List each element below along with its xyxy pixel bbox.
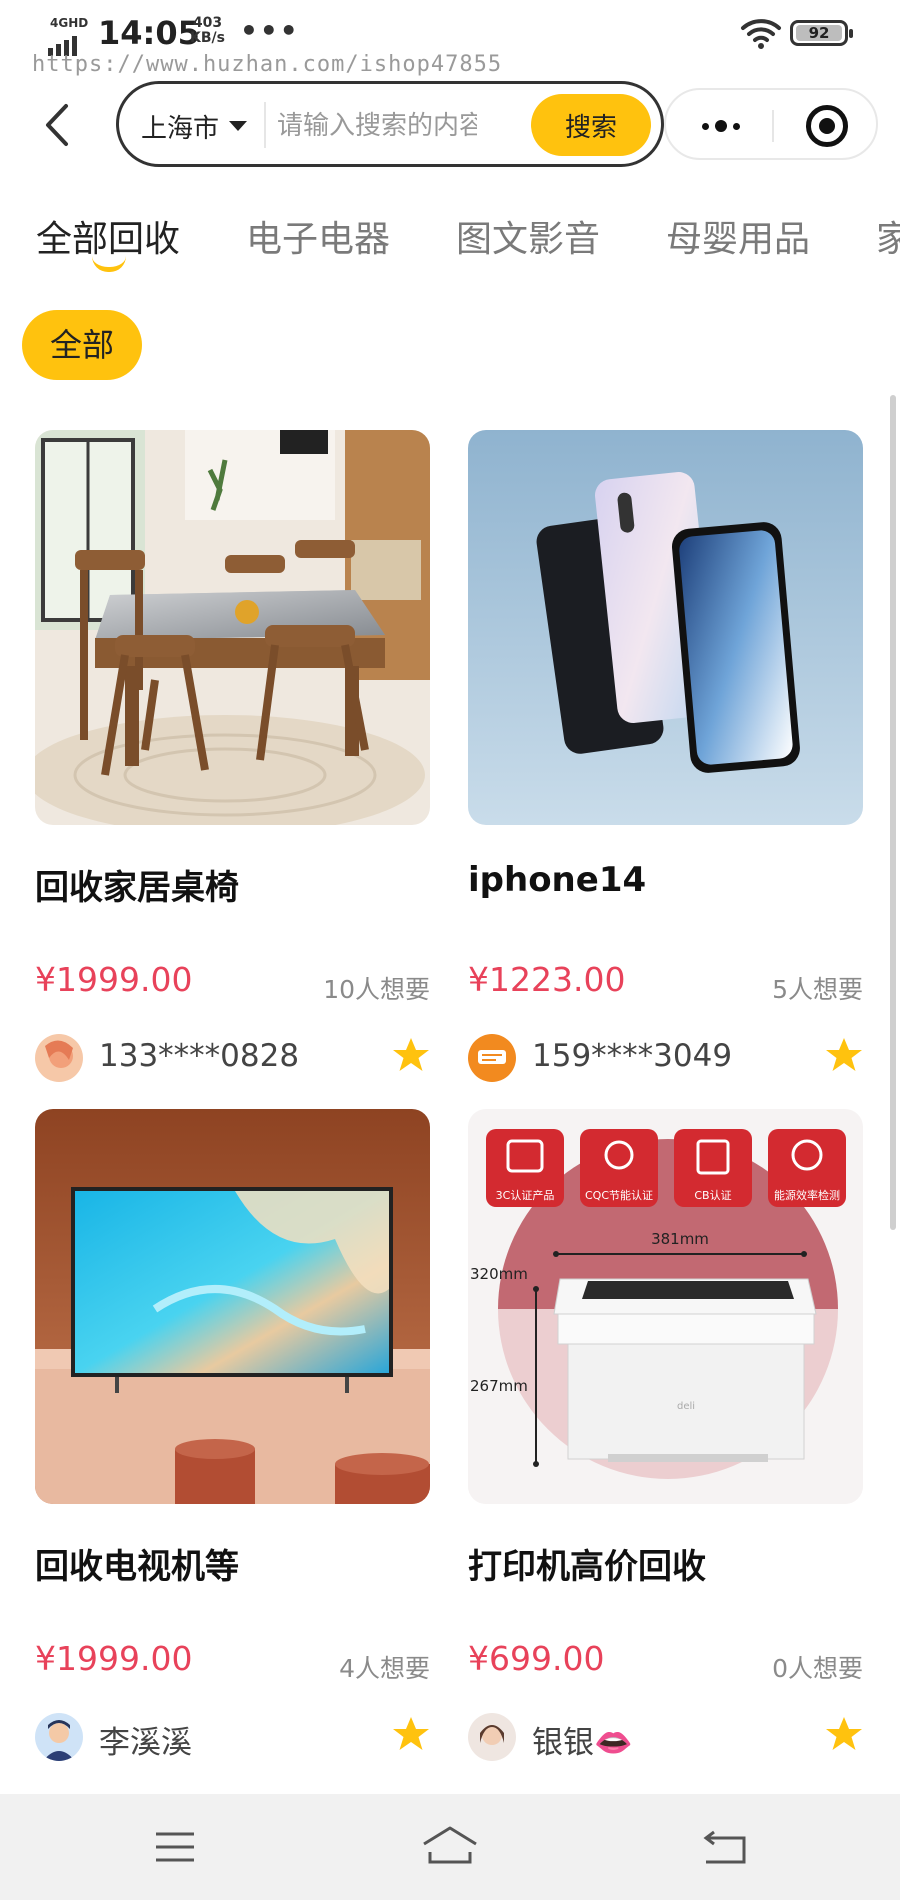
badge-cqc: CQC节能认证 — [585, 1188, 653, 1202]
tab-electronics[interactable]: 电子电器 — [246, 210, 390, 262]
dimension-depth: 320mm — [470, 1265, 528, 1283]
product-price: ¥1999.00 — [35, 1639, 193, 1678]
want-count: 5人想要 — [772, 975, 863, 1004]
wifi-icon — [741, 19, 781, 49]
product-title: iphone14 — [468, 860, 647, 900]
search-button[interactable]: 搜索 — [531, 94, 651, 156]
search-bar: 上海市 搜索 — [116, 81, 664, 167]
tab-home-partial[interactable]: 家 — [876, 210, 900, 262]
home-icon[interactable] — [420, 1822, 480, 1872]
product-card[interactable]: 回收家居桌椅 ¥1999.00 10人想要 133****0828 — [35, 430, 430, 1082]
tab-all-recycle[interactable]: 全部回收 — [36, 210, 180, 262]
product-title: 回收电视机等 — [35, 1547, 239, 1587]
city-selector[interactable]: 上海市 — [141, 104, 248, 148]
menu-icon[interactable] — [150, 1822, 200, 1872]
product-title: 回收家居桌椅 — [35, 868, 239, 908]
seller-name: 133****0828 — [99, 1038, 300, 1074]
network-speed: 403 KB/s — [190, 16, 225, 46]
product-price: ¥699.00 — [468, 1639, 605, 1678]
favorite-star-icon[interactable] — [825, 1036, 863, 1074]
capsule-divider — [772, 110, 774, 142]
search-divider — [264, 102, 266, 148]
tab-books-media[interactable]: 图文影音 — [456, 210, 600, 262]
filter-chip-all[interactable]: 全部 — [22, 310, 142, 380]
speed-value: 403 — [192, 15, 223, 31]
signal-icon: 4GHD — [48, 16, 89, 56]
back-icon[interactable] — [700, 1822, 750, 1872]
product-title: 打印机高价回收 — [468, 1547, 706, 1587]
battery-icon: 92 — [790, 20, 853, 46]
product-price: ¥1223.00 — [468, 960, 626, 999]
product-image-tv — [35, 1109, 430, 1504]
watermark-url: https://www.huzhan.com/ishop47855 — [32, 52, 503, 77]
avatar — [468, 1713, 516, 1761]
system-navigation-bar — [0, 1794, 900, 1900]
dimension-width: 381mm — [651, 1230, 709, 1248]
more-menu-icon[interactable] — [696, 108, 746, 144]
badge-cb: CB认证 — [694, 1189, 731, 1202]
network-type: 4GHD — [50, 16, 89, 30]
seller-name: 银银👄 — [532, 1725, 633, 1761]
seller-name: 159****3049 — [532, 1038, 733, 1074]
caret-down-icon — [229, 121, 248, 131]
status-more-dots: ••• — [240, 14, 300, 47]
avatar — [35, 1034, 83, 1082]
city-label: 上海市 — [141, 113, 220, 144]
battery-level: 92 — [796, 25, 842, 41]
seller-name: 李溪溪 — [99, 1725, 192, 1761]
product-card[interactable]: 回收电视机等 ¥1999.00 4人想要 李溪溪 — [35, 1109, 430, 1761]
product-card[interactable]: iphone14 ¥1223.00 5人想要 159****3049 — [468, 430, 863, 1082]
product-image-dining-set — [35, 430, 430, 825]
miniprogram-capsule — [664, 88, 878, 160]
status-time: 14:05 — [98, 14, 200, 52]
scrollbar[interactable] — [890, 395, 896, 1230]
avatar — [468, 1034, 516, 1082]
printer-brand: deli — [677, 1401, 695, 1412]
dimension-height: 267mm — [470, 1377, 528, 1395]
product-image-printer: 3C认证产品 CQC节能认证 CB认证 能源效率检测 381mm 320mm 2… — [468, 1109, 863, 1504]
avatar — [35, 1713, 83, 1761]
back-arrow-icon[interactable] — [40, 102, 76, 148]
product-price: ¥1999.00 — [35, 960, 193, 999]
tab-baby-products[interactable]: 母婴用品 — [666, 210, 810, 262]
want-count: 10人想要 — [323, 975, 430, 1004]
want-count: 4人想要 — [339, 1654, 430, 1683]
product-card[interactable]: 3C认证产品 CQC节能认证 CB认证 能源效率检测 381mm 320mm 2… — [468, 1109, 863, 1761]
favorite-star-icon[interactable] — [392, 1715, 430, 1753]
speed-unit: KB/s — [190, 30, 225, 46]
want-count: 0人想要 — [772, 1654, 863, 1683]
badge-3c: 3C认证产品 — [496, 1188, 555, 1202]
product-image-phones — [468, 430, 863, 825]
search-input[interactable] — [277, 104, 477, 148]
close-target-icon[interactable] — [806, 105, 848, 147]
favorite-star-icon[interactable] — [392, 1036, 430, 1074]
favorite-star-icon[interactable] — [825, 1715, 863, 1753]
category-tabs: 全部回收 电子电器 图文影音 母婴用品 家 — [0, 200, 900, 280]
badge-energy: 能源效率检测 — [774, 1188, 840, 1202]
